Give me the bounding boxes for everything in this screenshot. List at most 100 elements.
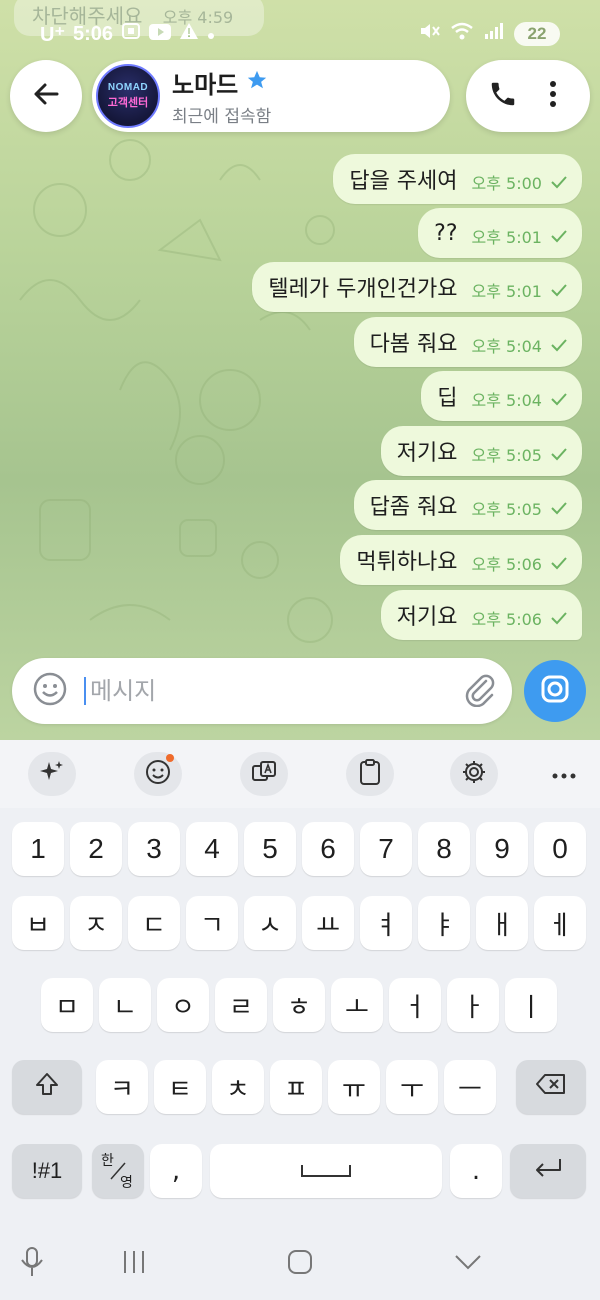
key-hangul[interactable]: ㅣ (505, 978, 557, 1032)
previous-message-time: 오후 4:59 (162, 8, 234, 27)
key-hangul[interactable]: ㄴ (99, 978, 151, 1032)
camera-button[interactable] (524, 660, 586, 722)
hide-keyboard-button[interactable] (448, 1244, 488, 1284)
message-bubble[interactable]: 답좀 줘요 오후 5:05 (353, 480, 582, 530)
shift-key[interactable] (12, 1060, 82, 1114)
new-badge-dot (166, 754, 174, 762)
message-text: 먹튀하나요 (356, 550, 458, 575)
key-hangul[interactable]: ㅅ (244, 896, 296, 950)
key-8[interactable]: 8 (418, 822, 470, 876)
key-hangul[interactable]: ㅔ (534, 896, 586, 950)
symbols-key[interactable]: !#1 (12, 1144, 82, 1198)
sparkle-icon (39, 759, 65, 789)
message-time: 오후 5:00 (471, 174, 542, 193)
message-text: 딥 (437, 386, 458, 411)
message-bubble[interactable]: 답을 주세여 오후 5:00 (333, 154, 582, 204)
message-input[interactable] (84, 677, 462, 705)
key-9[interactable]: 9 (476, 822, 528, 876)
emoji-icon[interactable] (32, 671, 68, 711)
message-composer (12, 658, 512, 724)
key-hangul[interactable]: ㄷ (128, 896, 180, 950)
key-hangul[interactable]: ㅕ (360, 896, 412, 950)
enter-icon (532, 1156, 564, 1187)
emoji-icon (144, 758, 172, 790)
space-key[interactable] (210, 1144, 442, 1198)
key-hangul[interactable]: ㅡ (444, 1060, 496, 1114)
message-bubble[interactable]: ?? 오후 5:01 (418, 208, 582, 258)
comma-key[interactable]: , (150, 1144, 202, 1198)
clipboard-icon (358, 758, 382, 790)
key-hangul[interactable]: ㅑ (418, 896, 470, 950)
key-hangul[interactable]: ㅈ (70, 896, 122, 950)
message-text: 답을 주세여 (349, 169, 458, 194)
keyboard: 1 2 3 4 5 6 7 8 9 0 ㅂ ㅈ ㄷ ㄱ ㅅ ㅛ ㅕ ㅑ ㅐ ㅔ … (0, 740, 600, 1226)
paperclip-icon[interactable] (462, 671, 496, 711)
period-key[interactable]: . (450, 1144, 502, 1198)
previous-message-faded: 차단해주세요 오후 4:59 (14, 0, 264, 36)
message-text: 저기요 (396, 441, 458, 466)
message-bubble[interactable]: 텔레가 두개인건가요 오후 5:01 (252, 262, 582, 312)
message-bubble[interactable]: 저기요 오후 5:06 (380, 590, 582, 640)
key-7[interactable]: 7 (360, 822, 412, 876)
message-bubble[interactable]: 먹튀하나요 오후 5:06 (340, 535, 582, 585)
key-hangul[interactable]: ㄹ (215, 978, 267, 1032)
gear-icon (460, 758, 488, 790)
key-hangul[interactable]: ㅗ (331, 978, 383, 1032)
key-hangul[interactable]: ㅎ (273, 978, 325, 1032)
ai-tools-button[interactable] (28, 752, 76, 796)
key-hangul[interactable]: ㅊ (212, 1060, 264, 1114)
key-hangul[interactable]: ㅇ (157, 978, 209, 1032)
message-text: ?? (434, 220, 458, 246)
language-toggle-key[interactable]: 한 영 (92, 1144, 144, 1198)
keyboard-toolbar (0, 740, 600, 808)
key-hangul[interactable]: ㄱ (186, 896, 238, 950)
enter-key[interactable] (510, 1144, 586, 1198)
key-0[interactable]: 0 (534, 822, 586, 876)
key-hangul[interactable]: ㅓ (389, 978, 441, 1032)
key-hangul[interactable]: ㅌ (154, 1060, 206, 1114)
key-5[interactable]: 5 (244, 822, 296, 876)
previous-message-text: 차단해주세요 (32, 4, 143, 28)
key-1[interactable]: 1 (12, 822, 64, 876)
message-bubble[interactable]: 딥 오후 5:04 (421, 371, 582, 421)
more-options-button[interactable] (540, 752, 588, 796)
backspace-key[interactable] (516, 1060, 586, 1114)
chevron-down-icon (453, 1252, 483, 1276)
microphone-icon (19, 1246, 45, 1282)
key-4[interactable]: 4 (186, 822, 238, 876)
key-hangul[interactable]: ㅏ (447, 978, 499, 1032)
translate-button[interactable] (240, 752, 288, 796)
key-hangul[interactable]: ㅂ (12, 896, 64, 950)
backspace-icon (535, 1072, 567, 1102)
battery-indicator: 22 (514, 22, 560, 46)
key-hangul[interactable]: ㅁ (41, 978, 93, 1032)
chat-title: 노마드 (172, 71, 239, 99)
key-hangul[interactable]: ㅋ (96, 1060, 148, 1114)
translate-icon (250, 758, 278, 790)
message-bubble[interactable]: 저기요 오후 5:05 (380, 426, 582, 476)
recent-apps-button[interactable] (114, 1244, 154, 1284)
key-6[interactable]: 6 (302, 822, 354, 876)
message-bubble[interactable]: 다봄 줘요 오후 5:04 (353, 317, 582, 367)
clipboard-button[interactable] (346, 752, 394, 796)
key-2[interactable]: 2 (70, 822, 122, 876)
key-hangul[interactable]: ㅛ (302, 896, 354, 950)
home-button[interactable] (280, 1244, 320, 1284)
lang-english-label: 영 (120, 1175, 133, 1191)
emoji-keyboard-button[interactable] (134, 752, 182, 796)
key-hangul[interactable]: ㅜ (386, 1060, 438, 1114)
key-hangul[interactable]: ㅐ (476, 896, 528, 950)
key-3[interactable]: 3 (128, 822, 180, 876)
space-icon (300, 1156, 352, 1186)
key-hangul[interactable]: ㅠ (328, 1060, 380, 1114)
message-time: 오후 5:05 (471, 500, 542, 519)
keyboard-settings-button[interactable] (450, 752, 498, 796)
wifi-icon (450, 21, 474, 47)
voice-input-button[interactable] (12, 1244, 52, 1284)
camera-icon (540, 674, 570, 708)
key-hangul[interactable]: ㅍ (270, 1060, 322, 1114)
message-time: 오후 5:06 (471, 610, 542, 629)
read-check-icon (551, 176, 567, 189)
system-navigation-bar (0, 1226, 600, 1300)
message-time: 오후 5:01 (471, 282, 542, 301)
